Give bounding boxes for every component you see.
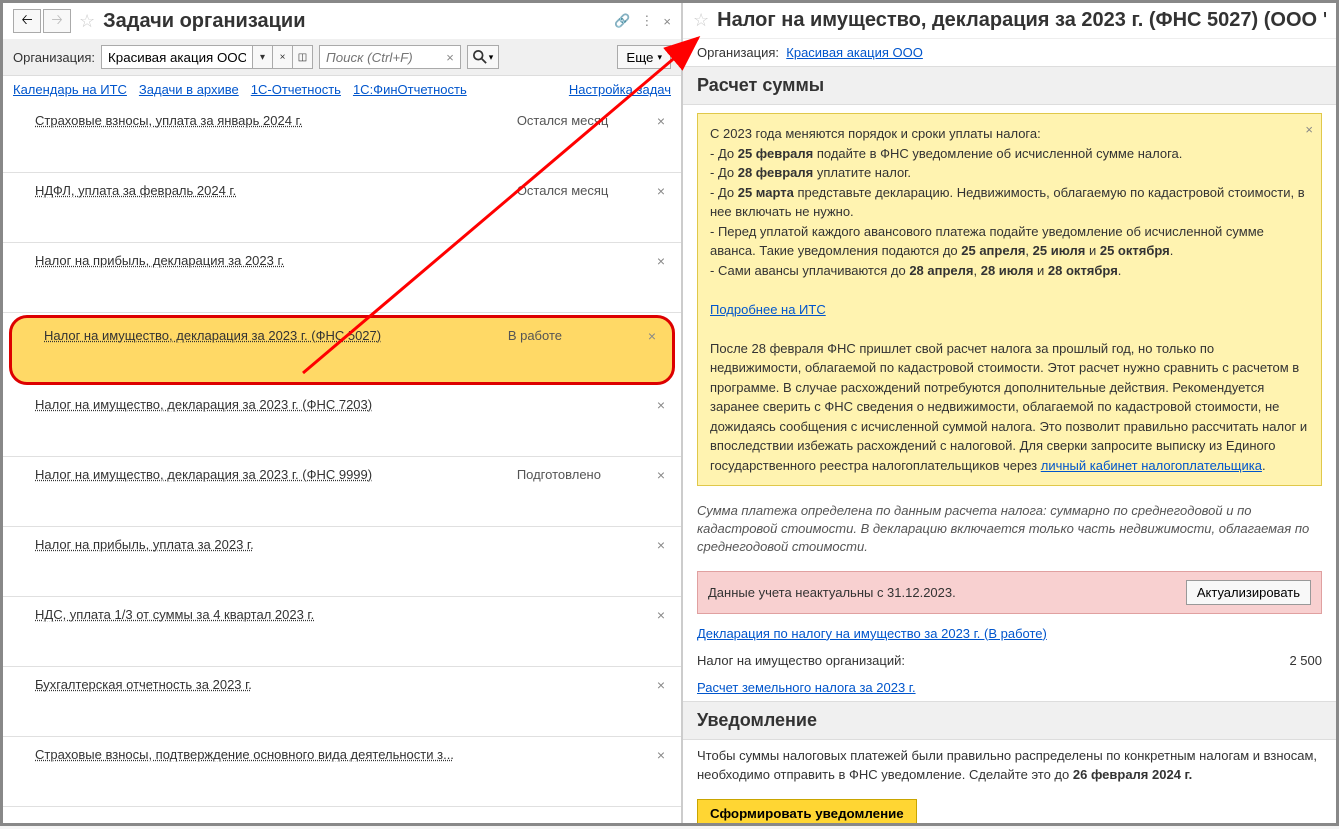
task-name-link[interactable]: Налог на имущество, декларация за 2023 г… [44,328,508,343]
notif-text: Чтобы суммы налоговых платежей были прав… [683,740,1336,791]
task-row[interactable]: Бухгалтерская отчетность за 2023 г. × [3,667,681,737]
calendar-link[interactable]: Календарь на ИТС [13,82,127,97]
more-button[interactable]: Еще ▾ [617,45,671,69]
yellow-line1: С 2023 года меняются порядок и сроки упл… [710,124,1309,144]
magnifier-icon [473,50,487,64]
org-input[interactable] [102,46,252,68]
search-button[interactable]: ▾ [467,45,499,69]
actualize-button[interactable]: Актуализировать [1186,580,1311,605]
task-name-link[interactable]: НДС, уплата 1/3 от суммы за 4 квартал 20… [35,607,517,622]
info-yellow-box: × С 2023 года меняются порядок и сроки у… [697,113,1322,486]
task-name-link[interactable]: Налог на прибыль, декларация за 2023 г. [35,253,517,268]
task-row[interactable]: Налог на имущество, декларация за 2023 г… [9,315,675,385]
task-name-link[interactable]: Налог на имущество, декларация за 2023 г… [35,397,517,412]
task-row[interactable]: НДФЛ, уплата за февраль 2024 г.Остался м… [3,173,681,243]
task-row[interactable]: Налог на прибыль, уплата за 2023 г. × [3,527,681,597]
link-icon[interactable]: 🔗 [614,13,630,29]
task-row[interactable]: Страховые взносы, уплата за январь 2024 … [3,103,681,173]
task-status: Остался месяц [517,113,657,128]
task-name-link[interactable]: НДФЛ, уплата за февраль 2024 г. [35,183,517,198]
task-row[interactable]: Налог на имущество, декларация за 2023 г… [3,387,681,457]
declaration-link[interactable]: Декларация по налогу на имущество за 202… [697,626,1047,641]
form-notification-button[interactable]: Сформировать уведомление [697,799,917,823]
rp-org-link[interactable]: Красивая акация ООО [786,45,923,60]
task-close-icon[interactable]: × [657,677,665,693]
yellow-box-close-icon[interactable]: × [1305,120,1313,140]
fin-link[interactable]: 1С:ФинОтчетность [353,82,467,97]
task-list: Страховые взносы, уплата за январь 2024 … [3,103,681,823]
section-notif-header: Уведомление [683,701,1336,740]
rp-org-label: Организация: [697,45,779,60]
nav-back-button[interactable]: 🡠 [13,9,41,33]
task-row[interactable]: Налог на прибыль, декларация за 2023 г. × [3,243,681,313]
org-open-icon[interactable]: ◫ [292,46,312,68]
task-close-icon[interactable]: × [657,183,665,199]
search-clear-icon[interactable]: × [440,50,460,65]
org-dropdown-icon[interactable]: ▾ [252,46,272,68]
org-select[interactable]: ▾ × ◫ [101,45,313,69]
task-close-icon[interactable]: × [657,397,665,413]
left-panel-title: Задачи организации [103,10,606,33]
task-name-link[interactable]: Налог на имущество, декларация за 2023 г… [35,467,517,482]
right-panel-title: Налог на имущество, декларация за 2023 г… [717,9,1326,32]
menu-dots-icon[interactable]: ⋮ [640,13,653,29]
settings-link[interactable]: Настройка задач [569,82,671,97]
task-status: Остался месяц [517,183,657,198]
close-panel-icon[interactable]: × [663,14,671,29]
favorite-star-icon-right[interactable]: ☆ [693,10,709,31]
taxpayer-cabinet-link[interactable]: личный кабинет налогоплательщика [1041,458,1262,473]
tax-label: Налог на имущество организаций: [697,653,905,668]
more-button-label: Еще [626,50,653,65]
pink-text: Данные учета неактуальны с 31.12.2023. [708,585,956,600]
tax-value: 2 500 [1289,653,1322,668]
task-name-link[interactable]: Страховые взносы, подтверждение основног… [35,747,517,762]
land-tax-link[interactable]: Расчет земельного налога за 2023 г. [697,680,916,695]
italic-note: Сумма платежа определена по данным расче… [683,494,1336,565]
task-close-icon[interactable]: × [657,467,665,483]
task-close-icon[interactable]: × [657,253,665,269]
task-status: Подготовлено [517,467,657,482]
favorite-star-icon[interactable]: ☆ [79,11,95,32]
nav-forward-button[interactable]: 🡢 [43,9,71,33]
task-close-icon[interactable]: × [648,328,656,344]
outdated-warning-box: Данные учета неактуальны с 31.12.2023. А… [697,571,1322,614]
org-label: Организация: [13,50,95,65]
task-name-link[interactable]: Бухгалтерская отчетность за 2023 г. [35,677,517,692]
task-close-icon[interactable]: × [657,607,665,623]
task-status: В работе [508,328,648,343]
reporting-link[interactable]: 1С-Отчетность [251,82,341,97]
task-row[interactable]: НДС, уплата 1/3 от суммы за 4 квартал 20… [3,597,681,667]
task-close-icon[interactable]: × [657,537,665,553]
task-close-icon[interactable]: × [657,113,665,129]
task-name-link[interactable]: Страховые взносы, уплата за январь 2024 … [35,113,517,128]
task-close-icon[interactable]: × [657,747,665,763]
its-link[interactable]: Подробнее на ИТС [710,302,826,317]
task-row[interactable]: Страховые взносы, подтверждение основног… [3,737,681,807]
archive-link[interactable]: Задачи в архиве [139,82,239,97]
org-clear-icon[interactable]: × [272,46,292,68]
task-row[interactable]: Налог на имущество, декларация за 2023 г… [3,457,681,527]
task-name-link[interactable]: Налог на прибыль, уплата за 2023 г. [35,537,517,552]
search-input[interactable] [320,46,440,68]
section-calc-header: Расчет суммы [683,66,1336,105]
